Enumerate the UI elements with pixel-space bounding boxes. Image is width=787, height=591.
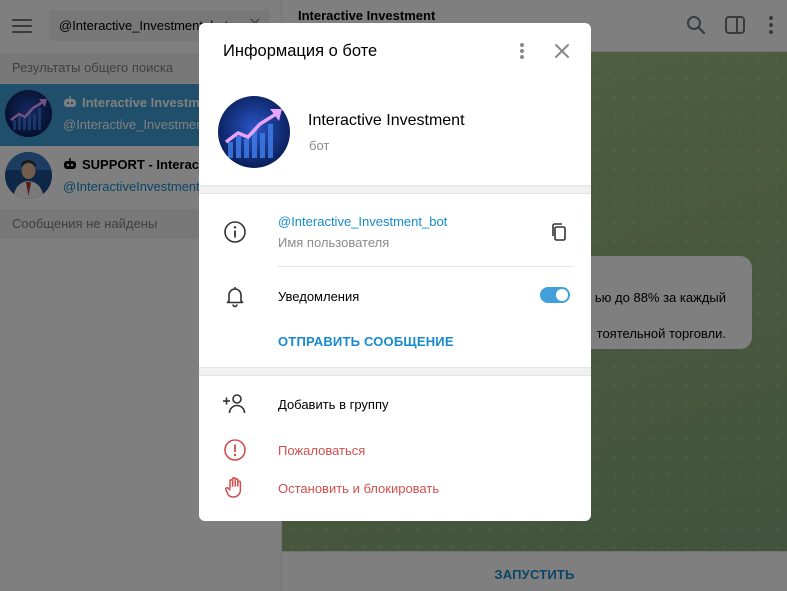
bot-type: бот <box>309 138 330 153</box>
more-vert-icon[interactable] <box>514 40 530 62</box>
notifications-toggle[interactable] <box>540 287 570 303</box>
hand-stop-icon <box>225 477 242 498</box>
report-icon <box>224 439 246 461</box>
row-divider <box>278 266 574 267</box>
info-icon <box>224 221 246 243</box>
section-divider <box>199 367 591 376</box>
send-message-button[interactable]: ОТПРАВИТЬ СООБЩЕНИЕ <box>278 334 454 349</box>
username-value[interactable]: @Interactive_Investment_bot <box>278 214 447 229</box>
notifications-label: Уведомления <box>278 289 360 304</box>
bell-icon <box>226 287 244 308</box>
dialog-title: Информация о боте <box>223 42 378 60</box>
block-item[interactable]: Остановить и блокировать <box>278 481 439 496</box>
add-to-group-item[interactable]: Добавить в группу <box>278 397 389 412</box>
section-divider <box>199 185 591 194</box>
copy-icon[interactable] <box>550 222 568 242</box>
bot-info-dialog: Информация о боте Interactive Investment… <box>199 23 591 521</box>
report-item[interactable]: Пожаловаться <box>278 443 365 458</box>
bot-avatar-large[interactable] <box>218 96 290 168</box>
bot-name: Interactive Investment <box>308 112 465 129</box>
username-caption: Имя пользователя <box>278 235 390 250</box>
add-user-icon <box>223 394 246 414</box>
close-icon[interactable] <box>551 40 573 62</box>
toggle-knob <box>556 289 568 301</box>
